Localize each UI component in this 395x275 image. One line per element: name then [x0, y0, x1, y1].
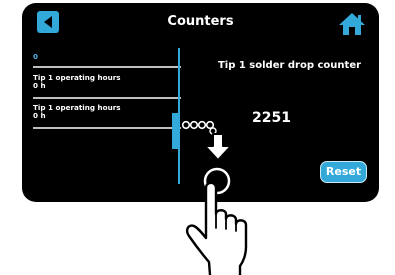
list-item-value: 0 [33, 52, 39, 61]
device-screen: Counters 0 Tip 1 operating hours 0 h Tip… [22, 3, 379, 202]
swipe-trail-icon [180, 117, 220, 141]
drawer-handle[interactable] [172, 113, 180, 149]
list-item-value: 0 h [33, 81, 46, 90]
home-button[interactable] [337, 11, 367, 37]
home-icon [339, 13, 365, 35]
list-item-value: 0 h [33, 111, 46, 120]
divider [33, 97, 181, 99]
list-item-label: Tip 1 operating hours [33, 73, 121, 82]
list-item-label: Tip 1 operating hours [33, 103, 121, 112]
counter-label: Tip 1 solder drop counter [217, 60, 362, 71]
list-item[interactable]: Tip 1 operating hours 0 h [33, 74, 181, 90]
divider [33, 127, 181, 129]
list-item[interactable]: 0 [33, 53, 181, 61]
counter-value: 2251 [252, 110, 291, 126]
reset-button[interactable]: Reset [320, 161, 367, 183]
header-bar: Counters [22, 3, 379, 43]
divider [33, 66, 181, 68]
page-title: Counters [167, 14, 234, 29]
list-item[interactable]: Tip 1 operating hours 0 h [33, 104, 181, 120]
